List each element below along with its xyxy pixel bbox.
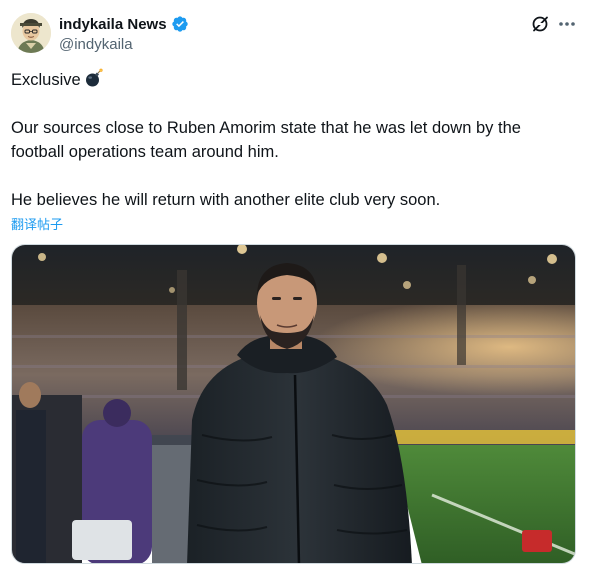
author-handle[interactable]: @indykaila bbox=[59, 36, 133, 53]
tweet-text-line-3: football operations team around him. bbox=[11, 143, 279, 161]
author-name-row: indykaila News bbox=[59, 13, 189, 35]
bomb-emoji-icon bbox=[84, 68, 104, 88]
grok-button[interactable] bbox=[530, 14, 550, 34]
more-horizontal-icon bbox=[559, 22, 575, 26]
translate-post-link[interactable]: 翻译帖子 bbox=[11, 214, 63, 233]
tweet-text-exclusive: Exclusive bbox=[11, 71, 81, 89]
grok-icon bbox=[532, 16, 548, 32]
avatar-illustration-icon bbox=[11, 13, 51, 53]
tweet-card: indykaila News @indykaila Exclusive Our … bbox=[0, 0, 596, 578]
verified-badge-icon bbox=[171, 15, 189, 33]
photo-image bbox=[12, 245, 575, 563]
tweet-text-line-1: Exclusive bbox=[11, 68, 104, 92]
tweet-text-line-4: He believes he will return with another … bbox=[11, 191, 441, 209]
author-avatar[interactable] bbox=[11, 13, 51, 53]
author-display-name[interactable]: indykaila News bbox=[59, 16, 167, 33]
more-options-button[interactable] bbox=[556, 14, 578, 34]
tweet-text-line-2: Our sources close to Ruben Amorim state … bbox=[11, 119, 521, 137]
tweet-photo[interactable] bbox=[11, 244, 576, 564]
